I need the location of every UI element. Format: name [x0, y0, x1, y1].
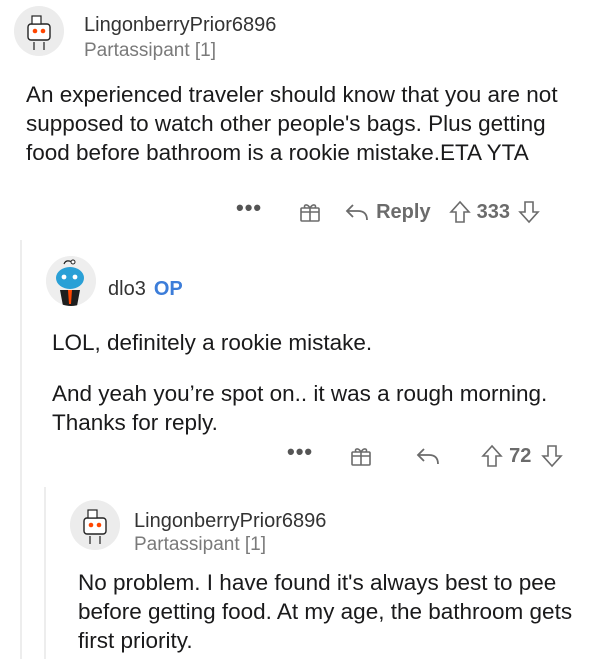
snoo-avatar-icon: [46, 256, 96, 306]
avatar[interactable]: [14, 6, 64, 56]
vote-score: 333: [476, 200, 510, 223]
comment-paragraph: An experienced traveler should know that…: [26, 82, 558, 165]
award-button[interactable]: [349, 444, 373, 468]
author-username: dlo3: [108, 278, 146, 300]
gift-icon: [351, 448, 371, 466]
comment-actions: ••• 72: [287, 441, 564, 468]
upvote-arrow-icon: [481, 444, 503, 467]
comment-body: No problem. I have found it's always bes…: [78, 568, 578, 655]
comment-paragraph: No problem. I have found it's always bes…: [78, 570, 573, 653]
comment-paragraph: And yeah you’re spot on.. it was a rough…: [52, 381, 548, 435]
thread-line[interactable]: [44, 487, 46, 659]
reply-button[interactable]: [415, 445, 441, 467]
award-button[interactable]: [298, 200, 322, 224]
downvote-arrow-icon: [518, 201, 540, 224]
op-badge: OP: [153, 278, 183, 300]
avatar[interactable]: [46, 256, 96, 306]
vote-score: 72: [509, 444, 532, 467]
snoo-avatar-icon: [70, 500, 120, 550]
downvote-button[interactable]: [541, 444, 564, 468]
upvote-arrow-icon: [448, 200, 471, 223]
avatar[interactable]: [70, 500, 120, 550]
user-flair: Partassipant [1]: [134, 534, 267, 555]
author-name[interactable]: LingonberryPrior6896: [84, 14, 276, 37]
author-name[interactable]: dlo3 OP: [108, 278, 183, 301]
upvote-button[interactable]: [481, 444, 503, 468]
comment-paragraph: LOL, definitely a rookie mistake.: [52, 330, 373, 355]
downvote-arrow-icon: [541, 445, 564, 468]
thread-line[interactable]: [20, 240, 22, 659]
author-name[interactable]: LingonberryPrior6896: [134, 510, 326, 533]
upvote-button[interactable]: [448, 200, 471, 224]
reply-arrow-icon: [345, 204, 369, 221]
gift-icon: [300, 204, 320, 222]
more-options-button[interactable]: •••: [236, 197, 262, 219]
snoo-avatar-icon: [14, 6, 64, 56]
user-flair: Partassipant [1]: [84, 40, 217, 61]
comment-body: LOL, definitely a rookie mistake. And ye…: [52, 328, 572, 437]
comment-actions: ••• Reply 333: [236, 197, 540, 224]
reply-label: Reply: [376, 200, 431, 223]
reply-button[interactable]: Reply: [344, 200, 431, 224]
comment-body: An experienced traveler should know that…: [26, 80, 586, 167]
reply-arrow-icon: [416, 448, 440, 465]
downvote-button[interactable]: [518, 200, 540, 224]
more-options-button[interactable]: •••: [287, 441, 313, 463]
